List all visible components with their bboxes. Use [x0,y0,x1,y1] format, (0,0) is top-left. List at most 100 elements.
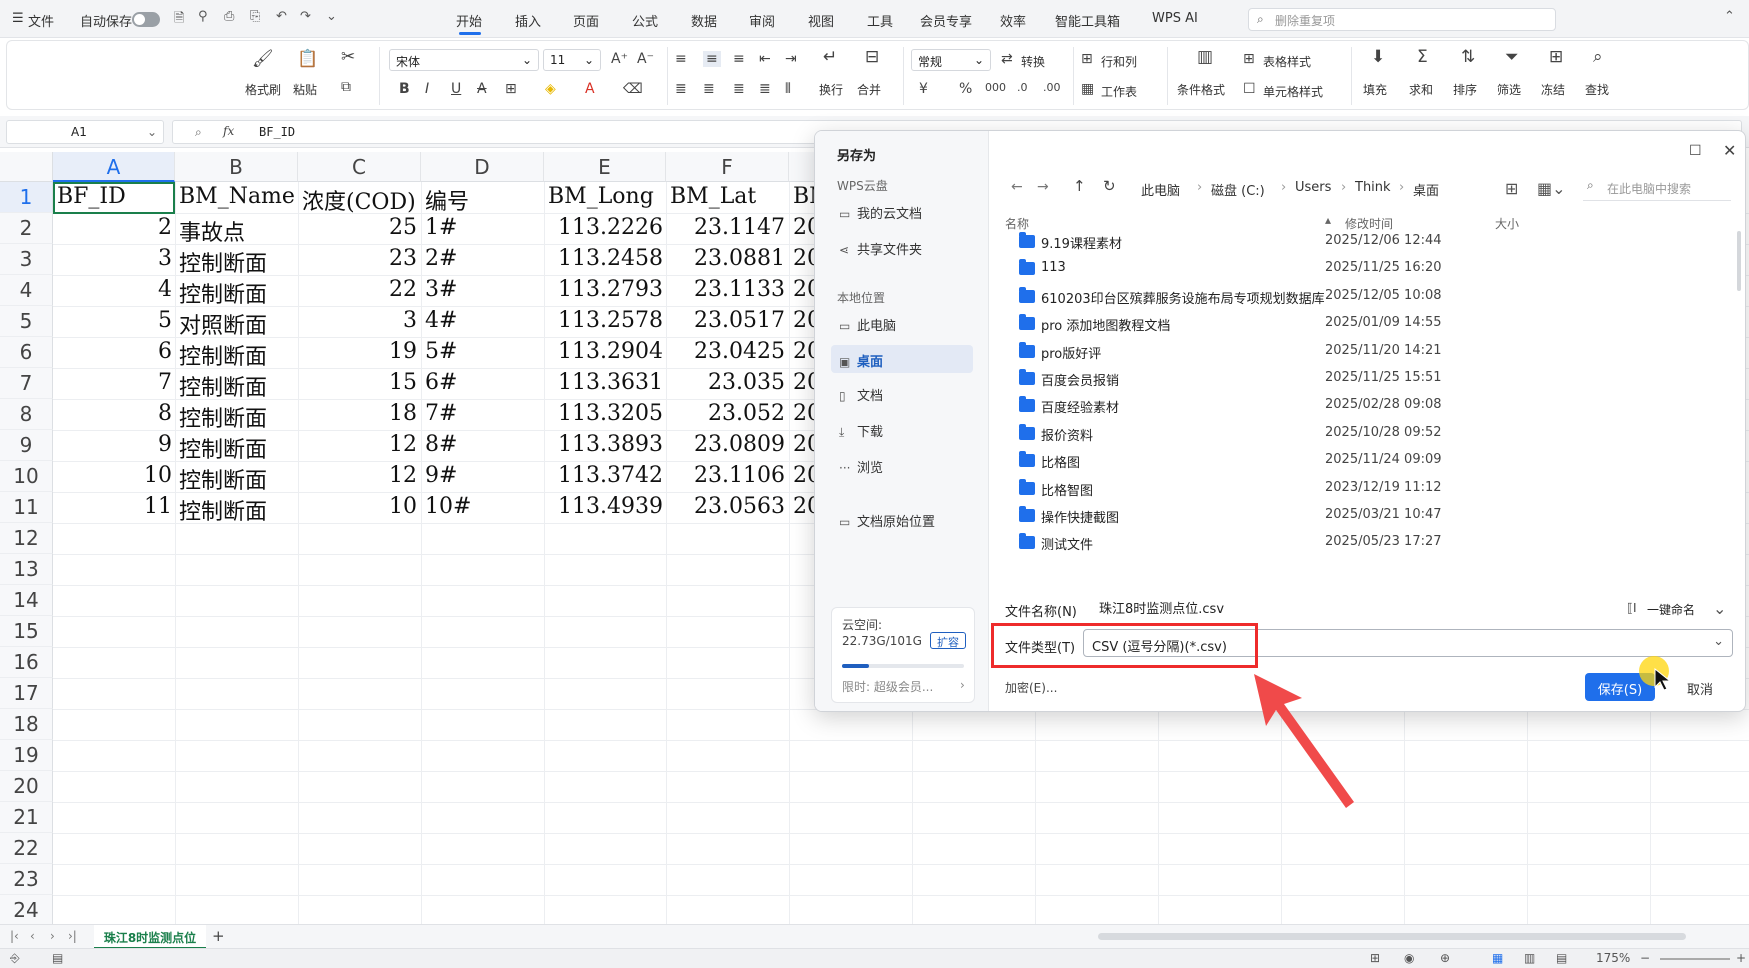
header-cell[interactable]: 浓度(COD) [298,182,421,213]
table-cell[interactable]: 113.3631 [544,368,667,399]
file-menu[interactable]: 文件 [28,11,54,30]
table-cell[interactable]: 18 [298,399,421,430]
table-cell[interactable]: 19 [298,337,421,368]
view-options-icon[interactable]: ⊕ [1440,951,1450,965]
percent-icon[interactable]: % [959,81,972,97]
prev-sheet-icon[interactable]: ‹ [30,929,35,943]
file-row[interactable]: 报价资料 2025/10/28 09:52 [995,419,1735,446]
table-cell[interactable]: 22 [298,275,421,306]
nav-original-location[interactable]: ▭ 文档原始位置 [831,505,973,533]
row-header[interactable]: 19 [0,740,53,771]
export-icon[interactable]: ⚲ [198,9,208,24]
clear-format-icon[interactable]: ⌫ [623,81,643,97]
name-box[interactable]: A1 ⌄ [6,120,164,144]
table-cell[interactable]: 15 [298,368,421,399]
normal-view-icon[interactable]: ⊞ [1370,951,1380,965]
table-cell[interactable]: 8 [53,399,176,430]
find-icon[interactable]: ⌕ [1593,47,1603,67]
table-cell[interactable]: 23.1133 [666,275,789,306]
nav-downloads[interactable]: ⤓ 下载 [831,415,973,443]
file-row[interactable]: 百度会员报销 2025/11/25 15:51 [995,364,1735,391]
tab-wps-ai[interactable]: WPS AI [1152,11,1198,26]
conditional-format-label[interactable]: 条件格式 [1177,81,1225,98]
currency-icon[interactable]: ¥ [919,81,928,97]
row-header[interactable]: 4 [0,275,53,306]
row-header[interactable]: 1 [0,182,53,213]
save-icon[interactable]: 🗎 [174,9,184,31]
row-header[interactable]: 13 [0,554,53,585]
cell-style-label[interactable]: 单元格样式 [1263,83,1323,100]
row-header[interactable]: 9 [0,430,53,461]
rename-icon[interactable]: ⟦I [1627,601,1636,615]
refresh-icon[interactable]: ↻ [1103,177,1116,195]
breadcrumb-drive[interactable]: 磁盘 (C:) [1211,180,1265,199]
row-header[interactable]: 2 [0,213,53,244]
filename-input[interactable]: 珠江8时监测点位.csv [1089,593,1739,619]
tab-home[interactable]: 开始 [456,11,482,30]
rows-cols-label[interactable]: 行和列 [1101,53,1137,70]
file-row[interactable]: 9.19课程素材 2025/12/06 12:44 [995,227,1735,254]
header-cell[interactable]: BM_Name [175,182,298,213]
align-center-icon[interactable]: ≣ [703,81,715,97]
file-row[interactable]: 测试文件 2025/05/23 17:27 [995,528,1735,555]
zoom-slider[interactable] [1660,958,1730,960]
close-icon[interactable]: ✕ [1723,141,1736,160]
tab-review[interactable]: 审阅 [749,11,775,30]
file-row[interactable]: 操作快捷截图 2025/03/21 10:47 [995,501,1735,528]
member-promo[interactable]: 限时: 超级会员... [842,678,933,695]
nav-browse[interactable]: ··· 浏览 [831,451,973,479]
column-header-d[interactable]: D [421,152,544,182]
table-cell[interactable]: 12 [298,461,421,492]
nav-shared-folder[interactable]: ⋖ 共享文件夹 [831,233,973,261]
horizontal-scrollbar[interactable] [1098,933,1686,940]
eye-protect-icon[interactable]: ◉ [1404,951,1414,965]
macro-icon[interactable]: ⎆ [10,951,20,966]
next-sheet-icon[interactable]: › [50,929,55,943]
column-header-f[interactable]: F [666,152,789,182]
bold-icon[interactable]: B [399,81,410,97]
nav-my-cloud-docs[interactable]: ▭ 我的云文档 [831,197,973,225]
format-painter-label[interactable]: 格式刷 [245,81,281,98]
file-row[interactable]: 113 2025/11/25 16:20 [995,254,1735,281]
align-middle-icon[interactable]: ≡ [703,51,721,67]
zoom-level[interactable]: 175% [1596,951,1630,965]
conditional-format-icon[interactable]: ▥ [1197,47,1213,67]
font-name-select[interactable]: 宋体 ⌄ [389,49,539,71]
table-cell[interactable]: 7 [53,368,176,399]
zoom-search-icon[interactable]: ⌕ [195,125,202,140]
table-cell[interactable]: 23.1147 [666,213,789,244]
file-row[interactable]: 比格图 2025/11/24 09:09 [995,446,1735,473]
row-header[interactable]: 10 [0,461,53,492]
row-header[interactable]: 17 [0,678,53,709]
wrap-text-label[interactable]: 换行 [819,81,843,98]
table-cell[interactable]: 113.3742 [544,461,667,492]
page-break-icon[interactable]: ▤ [1556,951,1567,965]
collapse-ribbon-icon[interactable]: ⌃ [1724,9,1735,24]
file-row[interactable]: pro 添加地图教程文档 2025/01/09 14:55 [995,309,1735,336]
row-header[interactable]: 14 [0,585,53,616]
breadcrumb-this-pc[interactable]: 此电脑 [1141,180,1180,199]
paste-icon[interactable]: 📋 [297,49,318,69]
zoom-out-icon[interactable]: − [1640,951,1650,965]
table-cell[interactable]: 3 [298,306,421,337]
sort-label[interactable]: 排序 [1453,81,1477,98]
distribute-icon[interactable]: ⫴ [785,81,791,97]
file-row[interactable]: pro版好评 2025/11/20 14:21 [995,337,1735,364]
cancel-button[interactable]: 取消 [1665,673,1735,701]
filter-icon[interactable]: ⏷ [1505,47,1519,67]
wrap-text-icon[interactable]: ↵ [823,47,837,67]
zoom-in-icon[interactable]: + [1736,951,1746,965]
sum-label[interactable]: 求和 [1409,81,1433,98]
worksheet-icon[interactable]: ▦ [1081,81,1094,97]
row-header[interactable]: 6 [0,337,53,368]
tab-tools[interactable]: 工具 [867,11,893,30]
row-header[interactable]: 12 [0,523,53,554]
row-header[interactable]: 3 [0,244,53,275]
add-sheet-icon[interactable]: + [212,927,225,945]
find-label[interactable]: 查找 [1585,81,1609,98]
autosave-toggle[interactable] [132,12,160,27]
underline-icon[interactable]: U [451,81,461,97]
fill-icon[interactable]: ⬇ [1371,47,1385,67]
fill-label[interactable]: 填充 [1363,81,1387,98]
tab-insert[interactable]: 插入 [515,11,541,30]
